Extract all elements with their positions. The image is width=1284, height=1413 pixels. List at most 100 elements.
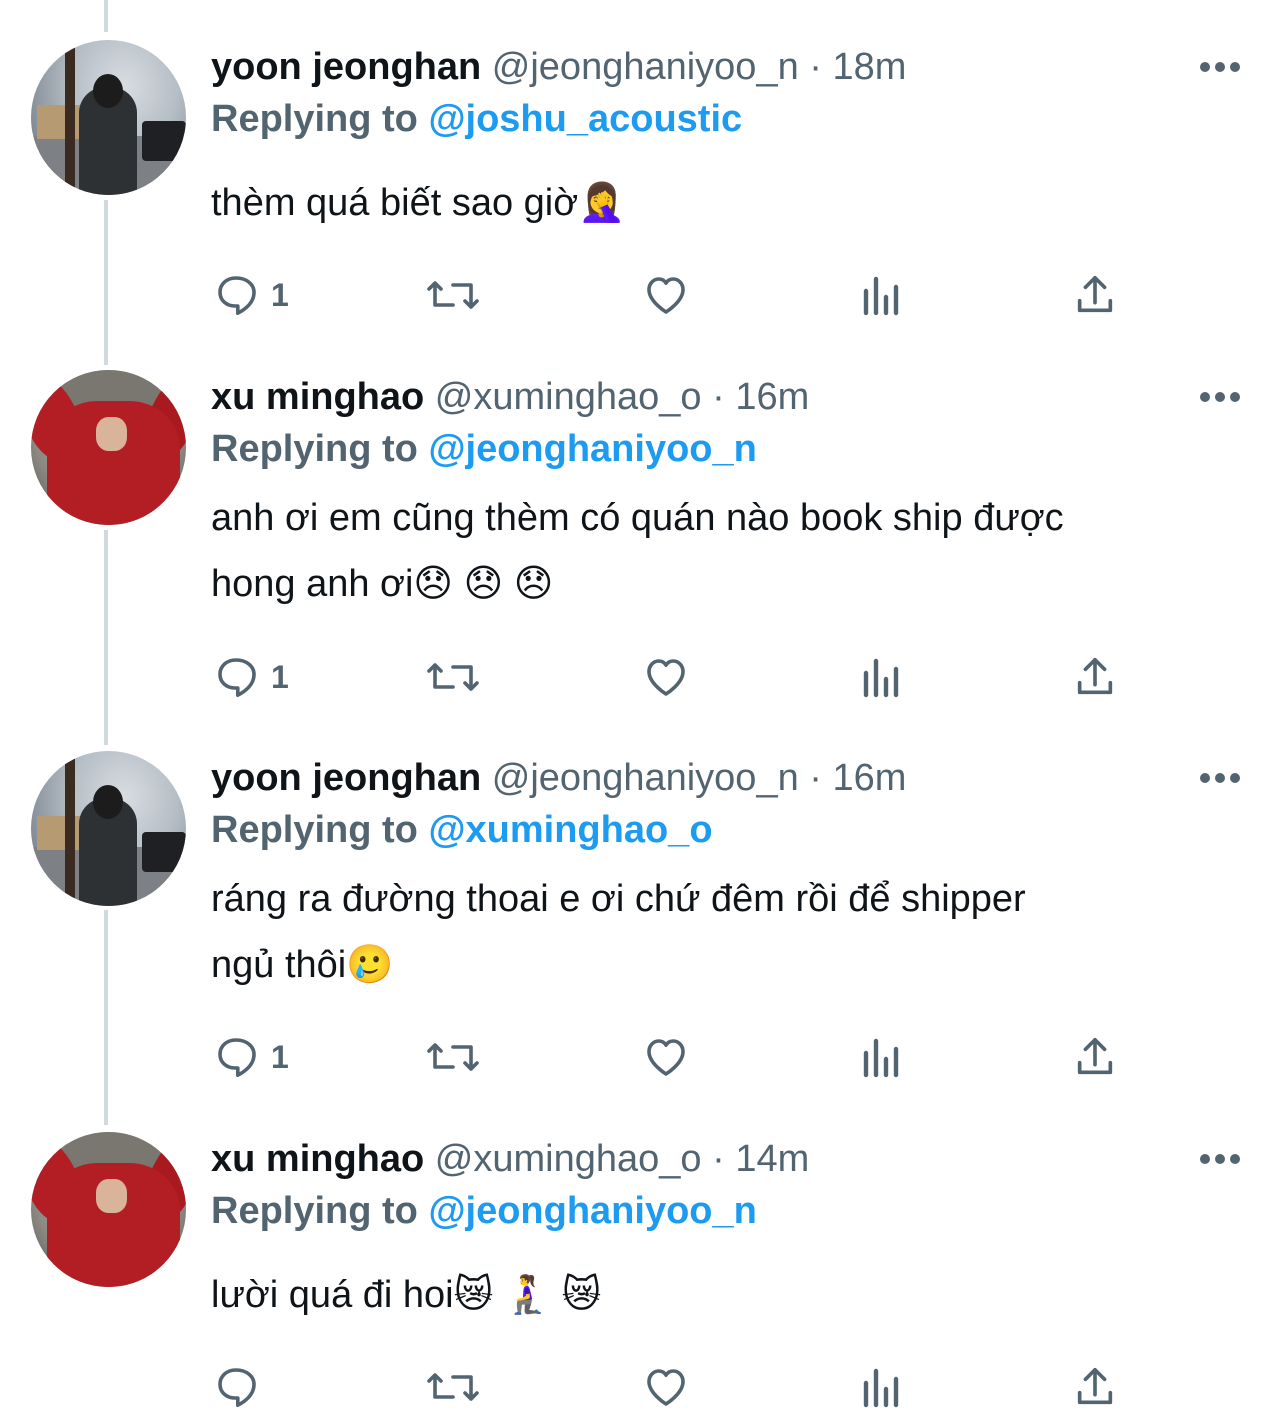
tweet-text: ráng ra đường thoai e ơi chứ đêm rồi để …: [211, 866, 1251, 998]
share-button[interactable]: [1072, 652, 1118, 702]
reply-button[interactable]: 1: [213, 1032, 289, 1082]
tweet-actions: 1: [0, 652, 1284, 702]
heart-icon: [647, 1039, 685, 1076]
retweet-button[interactable]: [425, 1032, 481, 1082]
retweet-button[interactable]: [425, 270, 481, 320]
tweet-text-line: lười quá đi hoi😿 🧎‍♀️ 😿: [211, 1274, 602, 1316]
retweet-icon: [427, 281, 479, 309]
thread-line: [104, 910, 108, 1125]
retweet-button[interactable]: [425, 652, 481, 702]
display-name[interactable]: yoon jeonghan: [211, 757, 481, 799]
share-button[interactable]: [1072, 1362, 1118, 1412]
share-upload-icon: [1077, 275, 1113, 313]
avatar[interactable]: [31, 370, 186, 525]
like-button[interactable]: [641, 1032, 691, 1082]
replying-to: Replying to @jeonghaniyoo_n: [211, 1187, 757, 1235]
timestamp[interactable]: 14m: [735, 1138, 809, 1180]
tweet-text-line: ngủ thôi🥲: [211, 944, 394, 986]
like-button[interactable]: [641, 270, 691, 320]
replying-label: Replying to: [211, 809, 418, 851]
reply-count: 1: [271, 1038, 289, 1075]
reply-button[interactable]: [213, 1362, 271, 1412]
avatar[interactable]: [31, 1132, 186, 1287]
views-button[interactable]: [860, 1032, 904, 1082]
replying-to-handle[interactable]: @jeonghaniyoo_n: [428, 1190, 756, 1232]
share-upload-icon: [1077, 1037, 1113, 1075]
tweet-header: yoon jeonghan @jeonghaniyoo_n · 16m: [211, 754, 906, 802]
heart-icon: [647, 659, 685, 696]
more-dots-icon[interactable]: [1200, 62, 1240, 74]
reply-button[interactable]: 1: [213, 652, 289, 702]
replying-to-handle[interactable]: @joshu_acoustic: [428, 98, 742, 140]
replying-label: Replying to: [211, 1190, 418, 1232]
heart-icon: [647, 1369, 685, 1406]
retweet-icon: [427, 663, 479, 691]
reply-button[interactable]: 1: [213, 270, 289, 320]
more-dots-icon[interactable]: [1200, 392, 1240, 404]
avatar[interactable]: [31, 40, 186, 195]
timestamp[interactable]: 16m: [833, 757, 907, 799]
analytics-bars-icon: [863, 658, 899, 698]
more-dots-icon[interactable]: [1200, 773, 1240, 785]
replying-to: Replying to @jeonghaniyoo_n: [211, 425, 757, 473]
tweet-actions: 1: [0, 270, 1284, 320]
replying-label: Replying to: [211, 428, 418, 470]
separator-dot: ·: [809, 757, 822, 799]
reply-count: 1: [271, 276, 289, 313]
share-button[interactable]: [1072, 1032, 1118, 1082]
tweet-actions: 1: [0, 1032, 1284, 1082]
share-button[interactable]: [1072, 270, 1118, 320]
avatar[interactable]: [31, 751, 186, 906]
timestamp[interactable]: 16m: [735, 376, 809, 418]
user-handle[interactable]: @jeonghaniyoo_n: [492, 757, 799, 799]
user-handle[interactable]: @xuminghao_o: [435, 1138, 702, 1180]
like-button[interactable]: [641, 652, 691, 702]
tweet-text: lười quá đi hoi😿 🧎‍♀️ 😿: [211, 1262, 1251, 1328]
more-dots-icon[interactable]: [1200, 1154, 1240, 1166]
tweet-text-line: hong anh ơi😞 😞 😞: [211, 563, 554, 605]
separator-dot: ·: [712, 376, 725, 418]
tweet-actions: [0, 1362, 1284, 1412]
views-button[interactable]: [860, 652, 904, 702]
reply-count: 1: [271, 658, 289, 695]
like-button[interactable]: [641, 1362, 691, 1412]
replying-label: Replying to: [211, 98, 418, 140]
analytics-bars-icon: [863, 1038, 899, 1078]
reply-bubble-icon: [218, 1368, 256, 1407]
share-upload-icon: [1077, 1367, 1113, 1405]
analytics-bars-icon: [863, 276, 899, 316]
timestamp[interactable]: 18m: [833, 46, 907, 88]
tweet[interactable]: yoon jeonghan @jeonghaniyoo_n · 18m Repl…: [0, 0, 1284, 350]
heart-icon: [647, 277, 685, 314]
tweet-header: xu minghao @xuminghao_o · 14m: [211, 1135, 809, 1183]
separator-dot: ·: [809, 46, 822, 88]
analytics-bars-icon: [863, 1368, 899, 1408]
reply-bubble-icon: [218, 658, 256, 697]
tweet-text: anh ơi em cũng thèm có quán nào book shi…: [211, 485, 1251, 617]
display-name[interactable]: yoon jeonghan: [211, 46, 481, 88]
replying-to-handle[interactable]: @jeonghaniyoo_n: [428, 428, 756, 470]
user-handle[interactable]: @xuminghao_o: [435, 376, 702, 418]
share-upload-icon: [1077, 657, 1113, 695]
tweet-text: thèm quá biết sao giờ🤦‍♀️: [211, 170, 1251, 236]
display-name[interactable]: xu minghao: [211, 1138, 424, 1180]
tweet-text-line: ráng ra đường thoai e ơi chứ đêm rồi để …: [211, 878, 1026, 920]
reply-bubble-icon: [218, 276, 256, 315]
replying-to: Replying to @joshu_acoustic: [211, 95, 742, 143]
retweet-icon: [427, 1373, 479, 1401]
display-name[interactable]: xu minghao: [211, 376, 424, 418]
replying-to-handle[interactable]: @xuminghao_o: [428, 809, 712, 851]
user-handle[interactable]: @jeonghaniyoo_n: [492, 46, 799, 88]
views-button[interactable]: [860, 1362, 904, 1412]
views-button[interactable]: [860, 270, 904, 320]
replying-to: Replying to @xuminghao_o: [211, 806, 713, 854]
separator-dot: ·: [712, 1138, 725, 1180]
tweet-header: xu minghao @xuminghao_o · 16m: [211, 373, 809, 421]
reply-bubble-icon: [218, 1038, 256, 1077]
tweet-text-line: anh ơi em cũng thèm có quán nào book shi…: [211, 497, 1064, 539]
retweet-button[interactable]: [425, 1362, 481, 1412]
retweet-icon: [427, 1043, 479, 1071]
tweet-header: yoon jeonghan @jeonghaniyoo_n · 18m: [211, 43, 906, 91]
thread-line: [104, 530, 108, 745]
tweet-text-line: thèm quá biết sao giờ🤦‍♀️: [211, 182, 626, 224]
